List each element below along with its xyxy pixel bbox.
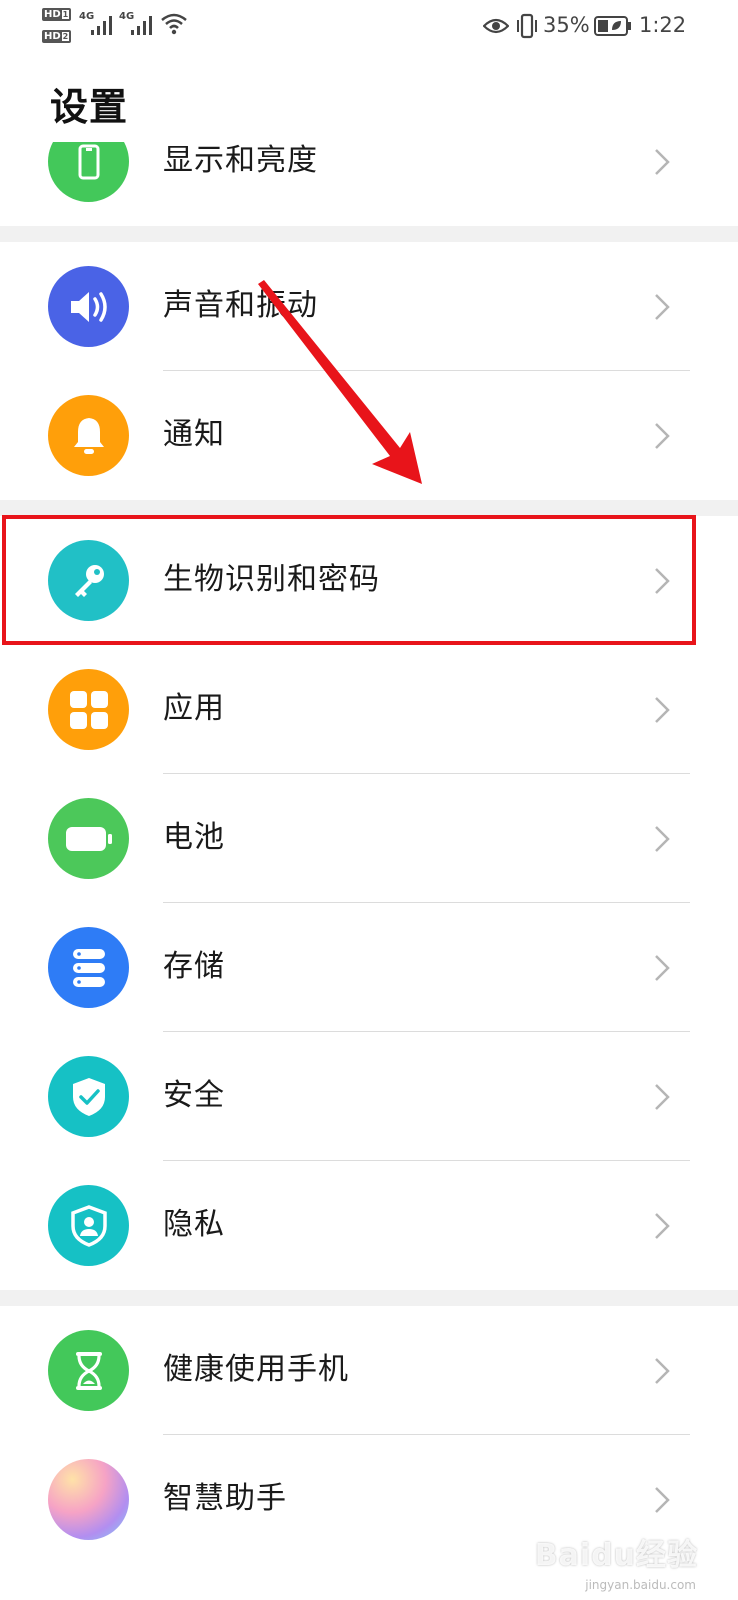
- eye-comfort-icon: [483, 18, 509, 34]
- section-gap: [0, 1290, 738, 1306]
- storage-icon: [48, 927, 129, 1008]
- apps-grid-icon: [48, 669, 129, 750]
- settings-item-label: 通知: [163, 417, 225, 452]
- settings-item-label: 智慧助手: [163, 1481, 287, 1516]
- settings-item-display[interactable]: 显示和亮度: [0, 140, 738, 226]
- chevron-right-icon: [655, 1213, 670, 1239]
- chevron-right-icon: [655, 955, 670, 981]
- watermark-logo: Baidu经验: [534, 1538, 698, 1573]
- section-gap: [0, 500, 738, 516]
- hd-voice-2-icon: HD 2: [42, 30, 72, 43]
- settings-item-display-clip: 显示和亮度: [0, 140, 738, 226]
- signal-1-icon: [91, 16, 112, 35]
- chevron-right-icon: [655, 1358, 670, 1384]
- status-bar: HD 1 HD 2 4G 4G 35% 1:22: [0, 0, 738, 52]
- annotation-highlight-box: [2, 515, 696, 645]
- hd-voice-1-icon: HD 1: [42, 8, 72, 21]
- chevron-right-icon: [655, 826, 670, 852]
- hourglass-icon: [48, 1330, 129, 1411]
- bell-icon: [48, 395, 129, 476]
- speaker-icon: [48, 266, 129, 347]
- settings-item-label: 隐私: [163, 1207, 225, 1242]
- signal-2-icon: [131, 16, 152, 35]
- chevron-right-icon: [655, 697, 670, 723]
- section-gap: [0, 226, 738, 242]
- settings-item-security[interactable]: 安全: [0, 1032, 738, 1161]
- chevron-right-icon: [655, 1487, 670, 1513]
- chevron-right-icon: [655, 1084, 670, 1110]
- title-mask: [0, 124, 738, 142]
- settings-item-label: 应用: [163, 691, 225, 726]
- phone-icon: [48, 140, 129, 202]
- settings-item-digital-balance[interactable]: 健康使用手机: [0, 1306, 738, 1435]
- settings-item-storage[interactable]: 存储: [0, 903, 738, 1032]
- chevron-right-icon: [655, 149, 670, 175]
- vibrate-icon: [517, 13, 537, 39]
- settings-item-battery[interactable]: 电池: [0, 774, 738, 903]
- battery-percent: 35%: [543, 13, 590, 37]
- assistant-gradient-icon: [48, 1459, 129, 1540]
- shield-check-icon: [48, 1056, 129, 1137]
- settings-item-label: 存储: [163, 949, 225, 984]
- wifi-icon: [161, 13, 187, 35]
- annotation-arrow-icon: [258, 280, 422, 484]
- battery-icon: [48, 798, 129, 879]
- chevron-right-icon: [655, 294, 670, 320]
- clock-time: 1:22: [639, 13, 687, 37]
- settings-item-label: 显示和亮度: [163, 143, 318, 178]
- settings-item-apps[interactable]: 应用: [0, 645, 738, 774]
- settings-item-privacy[interactable]: 隐私: [0, 1161, 738, 1290]
- battery-saver-icon: [594, 16, 631, 36]
- shield-person-icon: [48, 1185, 129, 1266]
- watermark-url: jingyan.baidu.com: [585, 1578, 696, 1592]
- settings-item-label: 电池: [163, 820, 225, 855]
- chevron-right-icon: [655, 423, 670, 449]
- settings-item-label: 安全: [163, 1078, 225, 1113]
- settings-item-label: 健康使用手机: [163, 1352, 349, 1387]
